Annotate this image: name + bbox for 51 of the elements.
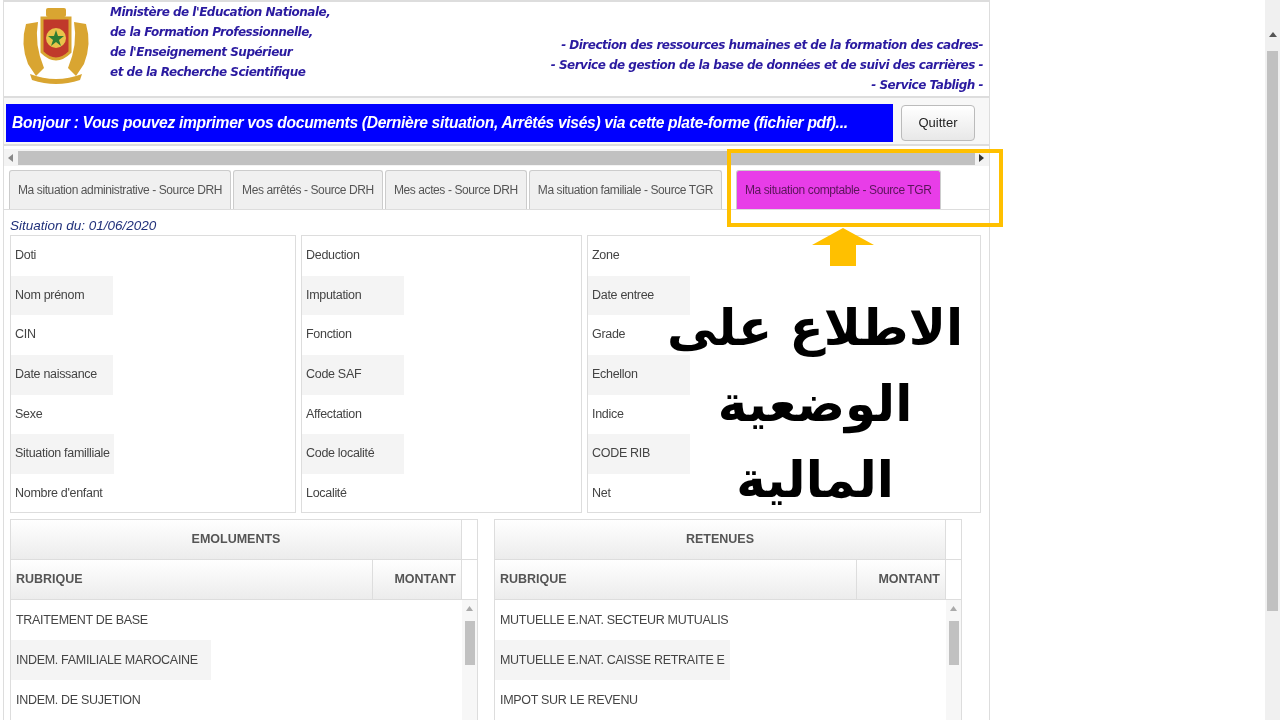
scroll-right-icon[interactable] [979,153,985,162]
field-label: Sexe [14,405,44,423]
field-label: Situation familliale [11,434,114,475]
field-label: Nombre d'enfant [14,485,104,503]
tab[interactable]: Ma situation administrative - Source DRH [9,170,232,209]
field-label: Affectation [305,405,363,423]
table-scrollbar[interactable] [462,600,477,720]
field-label: CIN [14,326,37,344]
page-scrollbar[interactable] [1265,0,1280,720]
field-label: Code localité [302,434,404,475]
tab[interactable]: Ma situation familiale - Source TGR [528,170,722,209]
table-cell: MUTUELLE E.NAT. CAISSE RETRAITE E [495,640,730,680]
ministry-name-line: et de la Recherche Scientifique [110,64,307,81]
table-cell-text: IMPOT SUR LE REVENU [499,692,639,709]
field-label: CODE RIB [588,434,690,475]
up-arrow-icon [812,228,874,266]
scroll-left-icon[interactable] [8,153,14,162]
field-label: Date naissance [11,355,113,395]
field-label: Fonction [305,326,353,344]
table-cell: INDEM. FAMILIALE MAROCAINE [11,640,211,680]
ministry-name-line: de l'Enseignement Supérieur [110,44,295,61]
field-label: Indice [591,405,625,423]
service-name-line: - Service de gestion de la base de données et de suivi des carrières - [550,57,983,74]
field-label: Echellon [588,355,690,395]
field-label: Net [591,485,612,503]
table-scrollbar[interactable] [946,600,961,720]
scroll-up-icon[interactable] [1268,32,1277,37]
tab[interactable]: Mes actes - Source DRH [384,170,527,209]
welcome-banner: Bonjour : Vous pouvez imprimer vos documents (Dernière situation, Arrêtés visés) via cette plate-forme (fichier pdf)... [6,104,893,142]
table-cell-text: MUTUELLE E.NAT. SECTEUR MUTUALIS [499,612,730,629]
field-label: Doti [14,247,38,264]
field-label: Zone [591,247,621,264]
table-cell-text: TRAITEMENT DE BASE [15,612,149,629]
tab[interactable]: Mes arrêtés - Source DRH [233,170,383,209]
field-label: Date entree [588,275,690,316]
tab[interactable]: Ma situation comptable - Source TGR [735,170,941,209]
field-label: Imputation [302,275,404,316]
situation-date: Situation du: 01/06/2020 [10,218,158,233]
column-header: RUBRIQUE [11,560,373,599]
field-label: Nom prénom [11,275,113,316]
quit-button[interactable]: Quitter [901,105,975,141]
ministry-name-line: Ministère de l'Education Nationale, [110,4,331,21]
service-name-line: - Service Tabligh - [871,77,983,94]
field-label: Deduction [305,247,361,264]
horizontal-scrollbar[interactable] [4,149,989,166]
field-label: Localité [305,485,348,503]
column-header: RUBRIQUE [495,560,857,599]
table-cell-text: INDEM. DE SUJETION [15,692,142,709]
field-label: Code SAF [302,355,404,395]
ministry-name-line: de la Formation Professionnelle, [110,24,314,41]
service-name-line: - Direction des ressources humaines et de la formation des cadres- [561,37,983,54]
